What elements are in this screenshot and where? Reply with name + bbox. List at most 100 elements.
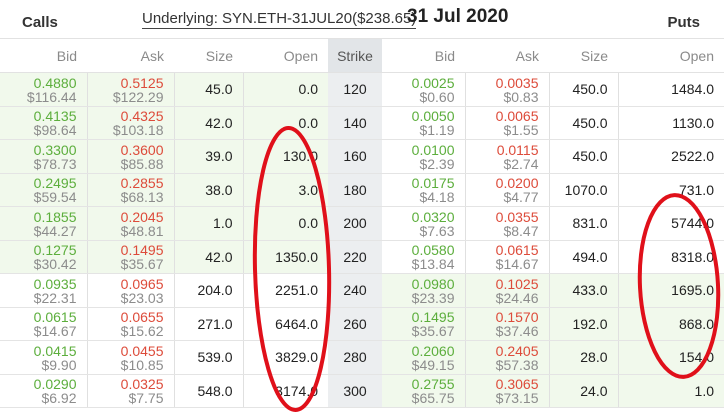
call-open-cell[interactable]: 130.0 [242, 139, 328, 174]
option-row-120[interactable]: 0.4880 $116.44 0.5125 $122.29 45.0 0.0 120… [0, 72, 724, 107]
put-size-cell[interactable]: 433.0 [548, 273, 618, 308]
call-bid-cell[interactable]: 0.4135 $98.64 [0, 106, 87, 140]
put-bid-cell[interactable]: 0.0050 $1.19 [382, 106, 465, 140]
call-bid-cell[interactable]: 0.0415 $9.90 [0, 340, 87, 375]
call-size-cell[interactable]: 45.0 [173, 72, 243, 107]
puts-bid-header[interactable]: Bid [382, 38, 465, 73]
puts-size-header[interactable]: Size [549, 38, 618, 73]
puts-ask-header[interactable]: Ask [465, 38, 549, 73]
call-ask-cell[interactable]: 0.5125 $122.29 [86, 72, 174, 107]
call-bid-cell[interactable]: 0.0615 $14.67 [0, 307, 87, 341]
option-row-180[interactable]: 0.2495 $59.54 0.2855 $68.13 38.0 3.0 180 0… [0, 173, 724, 207]
call-bid-cell[interactable]: 0.2495 $59.54 [0, 173, 87, 207]
put-bid-cell[interactable]: 0.0580 $13.84 [382, 240, 465, 274]
call-ask-cell[interactable]: 0.2045 $48.81 [86, 206, 174, 241]
call-size-cell[interactable]: 42.0 [173, 240, 243, 274]
call-bid-cell[interactable]: 0.3300 $78.73 [0, 139, 87, 174]
call-ask-cell[interactable]: 0.0655 $15.62 [86, 307, 174, 341]
put-size-cell[interactable]: 28.0 [548, 340, 618, 375]
put-open-cell[interactable]: 1695.0 [617, 273, 724, 308]
put-size-cell[interactable]: 450.0 [548, 106, 618, 140]
put-size-cell[interactable]: 24.0 [548, 374, 618, 408]
call-ask-cell[interactable]: 0.2855 $68.13 [86, 173, 174, 207]
call-bid-cell[interactable]: 0.0935 $22.31 [0, 273, 87, 308]
put-open-cell[interactable]: 154.0 [617, 340, 724, 375]
calls-open-header[interactable]: Open [243, 38, 328, 73]
put-open-cell[interactable]: 5744.0 [617, 206, 724, 241]
call-open-cell[interactable]: 2251.0 [242, 273, 328, 308]
calls-size-header[interactable]: Size [174, 38, 243, 73]
put-ask-cell[interactable]: 0.3065 $73.15 [464, 374, 549, 408]
call-open-cell[interactable]: 3.0 [242, 173, 328, 207]
put-open-cell[interactable]: 1130.0 [617, 106, 724, 140]
put-bid-cell[interactable]: 0.1495 $35.67 [382, 307, 465, 341]
put-bid-cell[interactable]: 0.0980 $23.39 [382, 273, 465, 308]
call-ask-cell[interactable]: 0.0965 $23.03 [86, 273, 174, 308]
put-open-cell[interactable]: 1.0 [617, 374, 724, 408]
put-ask-cell[interactable]: 0.0355 $8.47 [464, 206, 549, 241]
put-ask-cell[interactable]: 0.1570 $37.46 [464, 307, 549, 341]
put-ask-cell[interactable]: 0.0615 $14.67 [464, 240, 549, 274]
put-ask-cell[interactable]: 0.0200 $4.77 [464, 173, 549, 207]
call-size-cell[interactable]: 42.0 [173, 106, 243, 140]
call-size-cell[interactable]: 1.0 [173, 206, 243, 241]
put-size-cell[interactable]: 1070.0 [548, 173, 618, 207]
call-size-cell[interactable]: 271.0 [173, 307, 243, 341]
put-ask-cell[interactable]: 0.0035 $0.83 [464, 72, 549, 107]
call-size-cell[interactable]: 548.0 [173, 374, 243, 408]
call-open-cell[interactable]: 0.0 [242, 106, 328, 140]
call-bid-cell[interactable]: 0.1855 $44.27 [0, 206, 87, 241]
call-bid-cell[interactable]: 0.1275 $30.42 [0, 240, 87, 274]
call-open-cell[interactable]: 1350.0 [242, 240, 328, 274]
put-size-cell[interactable]: 192.0 [548, 307, 618, 341]
put-bid-cell[interactable]: 0.2755 $65.75 [382, 374, 465, 408]
calls-ask-header[interactable]: Ask [87, 38, 174, 73]
put-bid-cell[interactable]: 0.0320 $7.63 [382, 206, 465, 241]
put-bid-cell[interactable]: 0.0025 $0.60 [382, 72, 465, 107]
put-open-cell[interactable]: 868.0 [617, 307, 724, 341]
call-open-cell[interactable]: 6464.0 [242, 307, 328, 341]
option-row-260[interactable]: 0.0615 $14.67 0.0655 $15.62 271.0 6464.0 2… [0, 307, 724, 341]
put-ask-cell[interactable]: 0.2405 $57.38 [464, 340, 549, 375]
calls-bid-header[interactable]: Bid [0, 38, 87, 73]
put-bid-cell[interactable]: 0.2060 $49.15 [382, 340, 465, 375]
call-open-cell[interactable]: 3829.0 [242, 340, 328, 375]
put-size-cell[interactable]: 450.0 [548, 139, 618, 174]
call-open-cell[interactable]: 0.0 [242, 72, 328, 107]
call-size-cell[interactable]: 539.0 [173, 340, 243, 375]
call-ask-cell[interactable]: 0.0325 $7.75 [86, 374, 174, 408]
put-open-cell[interactable]: 731.0 [617, 173, 724, 207]
put-size-cell[interactable]: 450.0 [548, 72, 618, 107]
put-open-cell[interactable]: 1484.0 [617, 72, 724, 107]
option-row-280[interactable]: 0.0415 $9.90 0.0455 $10.85 539.0 3829.0 28… [0, 340, 724, 375]
call-bid-cell[interactable]: 0.0290 $6.92 [0, 374, 87, 408]
option-row-240[interactable]: 0.0935 $22.31 0.0965 $23.03 204.0 2251.0 2… [0, 273, 724, 308]
put-ask-cell[interactable]: 0.0065 $1.55 [464, 106, 549, 140]
call-ask-cell[interactable]: 0.1495 $35.67 [86, 240, 174, 274]
call-open-cell[interactable]: 3174.0 [242, 374, 328, 408]
underlying-selector[interactable]: Underlying: SYN.ETH-31JUL20($238.65) [142, 10, 417, 29]
put-ask-cell[interactable]: 0.1025 $24.46 [464, 273, 549, 308]
option-row-160[interactable]: 0.3300 $78.73 0.3600 $85.88 39.0 130.0 160… [0, 139, 724, 174]
option-row-220[interactable]: 0.1275 $30.42 0.1495 $35.67 42.0 1350.0 22… [0, 240, 724, 274]
option-row-140[interactable]: 0.4135 $98.64 0.4325 $103.18 42.0 0.0 140 … [0, 106, 724, 140]
call-size-cell[interactable]: 38.0 [173, 173, 243, 207]
put-bid-cell[interactable]: 0.0100 $2.39 [382, 139, 465, 174]
put-open-cell[interactable]: 8318.0 [617, 240, 724, 274]
call-open-cell[interactable]: 0.0 [242, 206, 328, 241]
strike-header[interactable]: Strike [328, 38, 382, 73]
call-size-cell[interactable]: 204.0 [173, 273, 243, 308]
put-size-cell[interactable]: 494.0 [548, 240, 618, 274]
option-row-200[interactable]: 0.1855 $44.27 0.2045 $48.81 1.0 0.0 200 0.… [0, 206, 724, 241]
option-row-300[interactable]: 0.0290 $6.92 0.0325 $7.75 548.0 3174.0 300… [0, 374, 724, 408]
call-ask-cell[interactable]: 0.4325 $103.18 [86, 106, 174, 140]
call-ask-cell[interactable]: 0.0455 $10.85 [86, 340, 174, 375]
puts-open-header[interactable]: Open [618, 38, 724, 73]
call-size-cell[interactable]: 39.0 [173, 139, 243, 174]
put-ask-cell[interactable]: 0.0115 $2.74 [464, 139, 549, 174]
call-bid-cell[interactable]: 0.4880 $116.44 [0, 72, 87, 107]
put-open-cell[interactable]: 2522.0 [617, 139, 724, 174]
put-bid-cell[interactable]: 0.0175 $4.18 [382, 173, 465, 207]
put-size-cell[interactable]: 831.0 [548, 206, 618, 241]
call-ask-cell[interactable]: 0.3600 $85.88 [86, 139, 174, 174]
